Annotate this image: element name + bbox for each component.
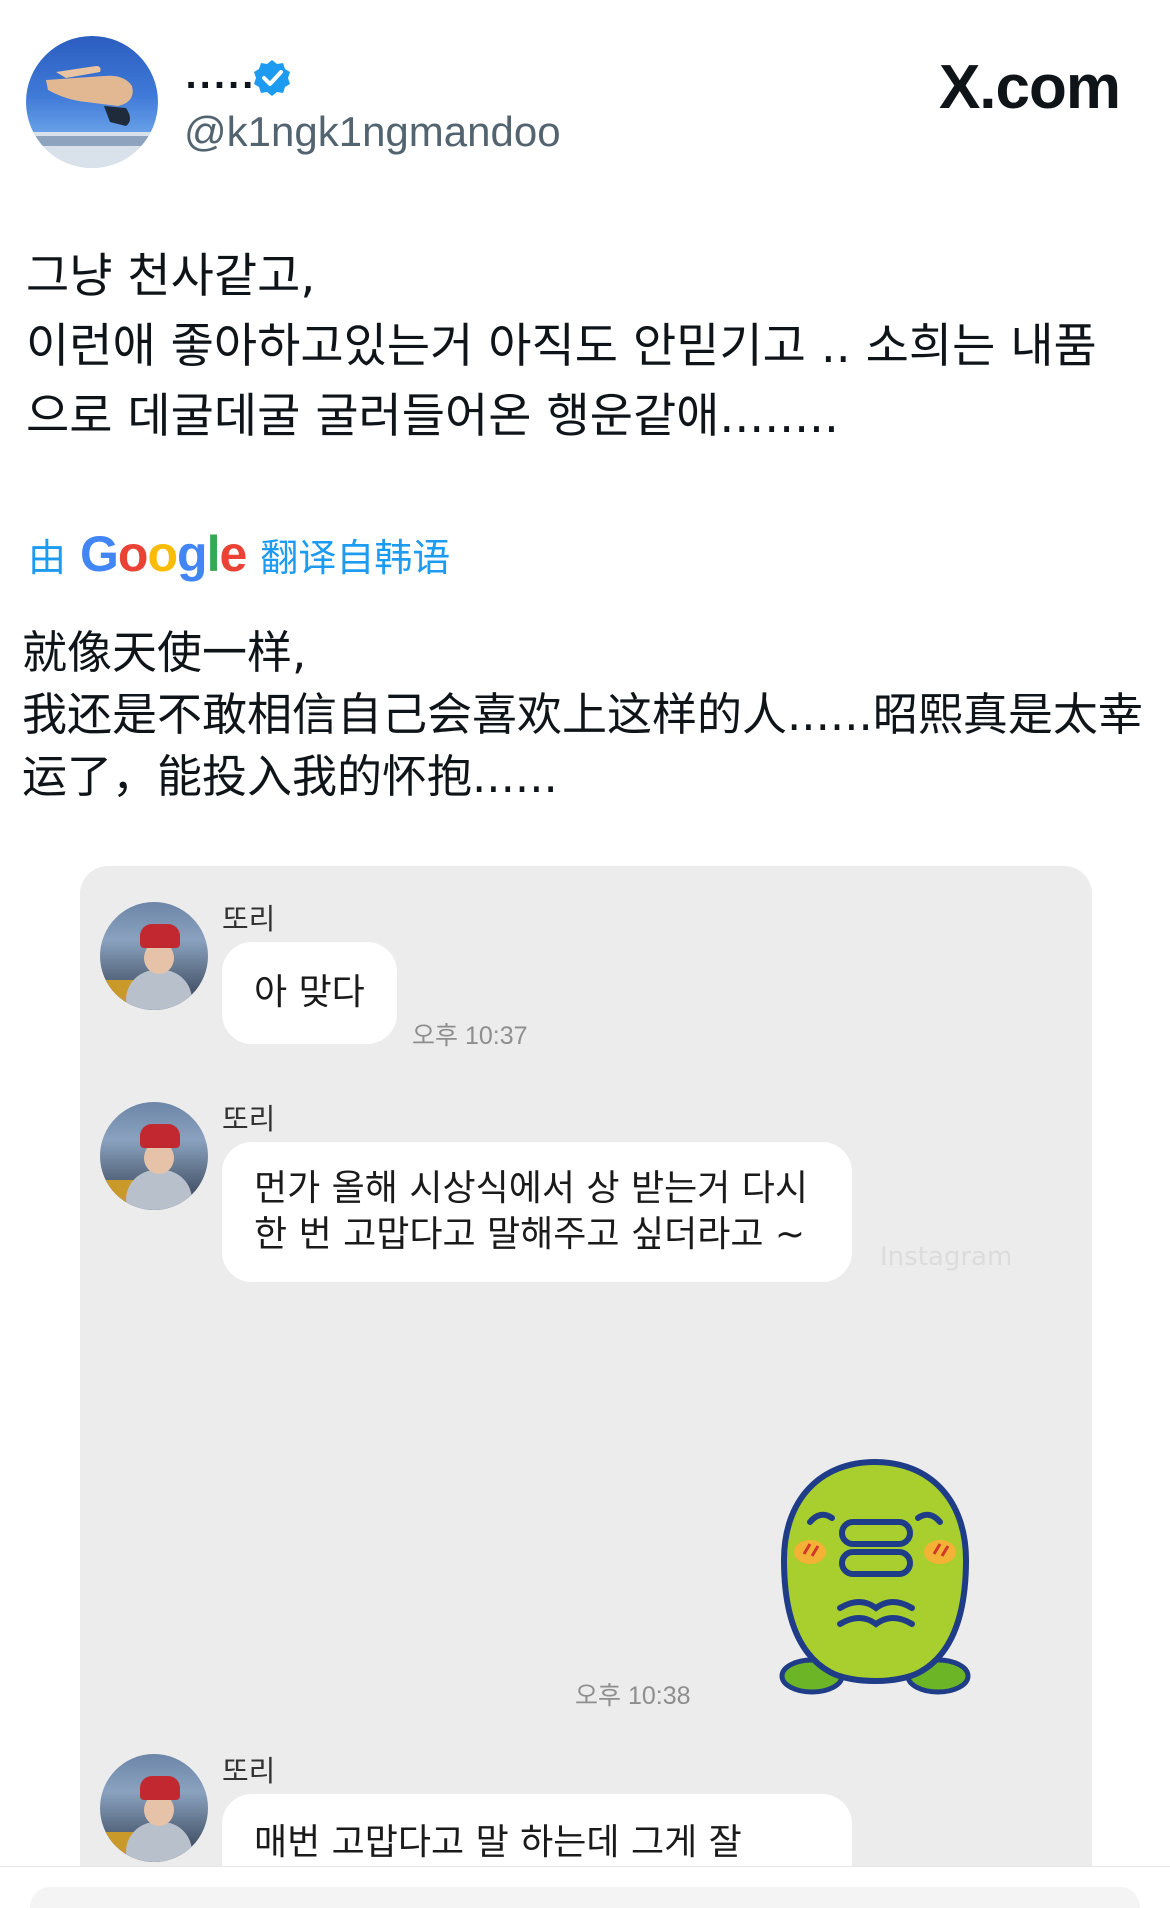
chat-avatar xyxy=(100,1102,208,1210)
chat-sender-name: 또리 xyxy=(222,1754,276,1788)
reply-input-area[interactable] xyxy=(30,1887,1140,1908)
chat-timestamp: 오후 10:38 xyxy=(575,1682,691,1710)
verified-badge-icon xyxy=(254,60,290,96)
profile-avatar[interactable] xyxy=(26,36,158,168)
chat-avatar xyxy=(100,902,208,1010)
chat-timestamp: 오후 10:37 xyxy=(412,1022,528,1050)
translation-prefix: 由 xyxy=(28,535,67,580)
bottom-bar xyxy=(0,1866,1170,1908)
chat-bubble: 먼가 올해 시상식에서 상 받는거 다시 한 번 고맙다고 말해주고 싶더라고 … xyxy=(222,1142,852,1282)
tweet-text: 그냥 천사같고, 이런애 좋아하고있는거 아직도 안믿기고 .. 소희는 내품 … xyxy=(26,249,1097,444)
green-turtle-sticker-icon xyxy=(779,1458,971,1695)
chat-bubble: 아 맞다 xyxy=(222,942,397,1044)
chat-sender-name: 또리 xyxy=(222,902,276,936)
chat-avatar xyxy=(100,1754,208,1862)
translation-suffix: 翻译自韩语 xyxy=(260,535,451,580)
chat-sender-name: 또리 xyxy=(222,1102,276,1136)
user-handle[interactable]: @k1ngk1ngmandoo xyxy=(184,108,561,156)
display-name[interactable]: ..... xyxy=(185,58,256,96)
translation-attribution[interactable]: 由 Google 翻译自韩语 xyxy=(28,526,450,582)
google-logo: Google xyxy=(80,526,247,582)
chat-screenshot-image[interactable]: 또리 아 맞다 오후 10:37 또리 먼가 올해 시상식에서 상 받는거 다시… xyxy=(80,866,1092,1908)
translated-text: 就像天使一样, 我还是不敢相信自己会喜欢上这样的人......昭熙真是太幸 运了… xyxy=(22,626,1143,803)
image-watermark: Instagram xyxy=(880,1242,1013,1272)
x-logo: X.com xyxy=(938,53,1121,122)
avatar-hand-image xyxy=(26,66,158,168)
